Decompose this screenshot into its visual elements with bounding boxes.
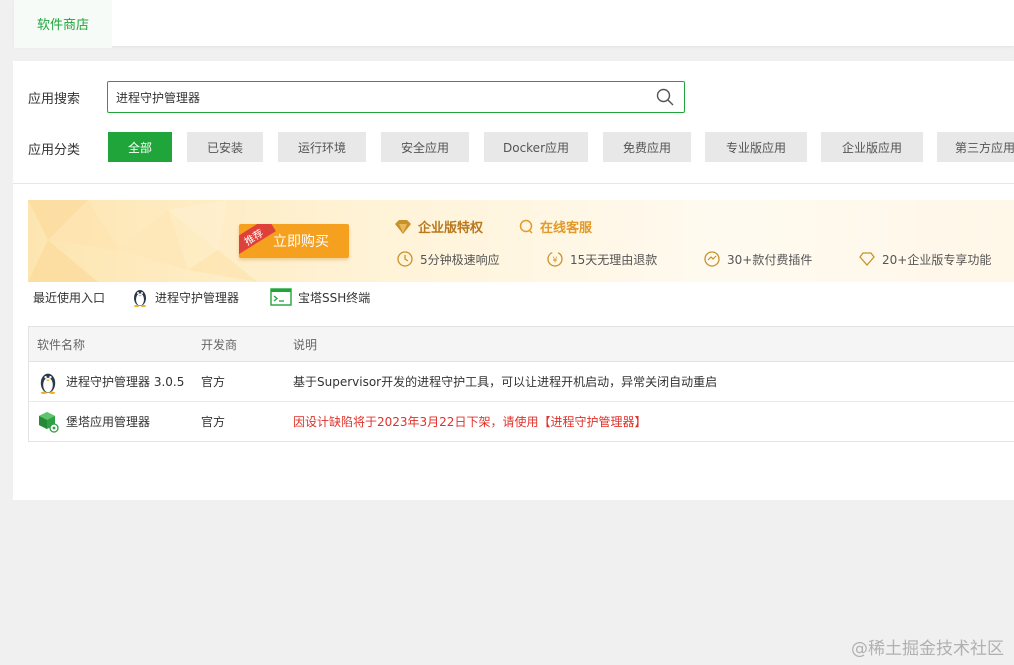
plugin-icon (704, 251, 720, 267)
store-card: 应用搜索 应用分类 全部 已安装 运行环境 安全应用 Docker应用 免费应用… (13, 61, 1014, 500)
feature-fast-response: 5分钟极速响应 (396, 250, 500, 268)
penguin-icon (134, 290, 146, 307)
category-third-party[interactable]: 第三方应用 (937, 132, 1014, 162)
app-cube-icon (39, 411, 59, 433)
clock-icon (397, 251, 413, 267)
recent-item-supervisor[interactable]: 进程守护管理器 (131, 287, 239, 307)
feature-refund: ¥ 15天无理由退款 (546, 250, 657, 268)
category-docker[interactable]: Docker应用 (484, 132, 588, 162)
divider (13, 183, 1014, 184)
svg-text:¥: ¥ (552, 256, 557, 265)
search-icon[interactable] (656, 88, 674, 106)
enterprise-title: 企业版特权 (418, 221, 484, 236)
terminal-icon (270, 288, 292, 306)
software-vendor: 官方 (201, 375, 226, 389)
row-name-cell[interactable]: 进程守护管理器 3.0.5 (37, 362, 184, 401)
diamond-icon (395, 219, 411, 234)
software-vendor: 官方 (201, 415, 226, 429)
top-tab-bar: 软件商店 (14, 0, 1014, 48)
category-free[interactable]: 免费应用 (603, 132, 691, 162)
buy-now-button[interactable]: 推荐 立即购买 (239, 224, 349, 258)
service-title: 在线客服 (540, 221, 593, 236)
table-row[interactable]: 堡塔应用管理器 官方 因设计缺陷将于2023年3月22日下架，请使用【进程守护管… (29, 402, 1014, 441)
software-name: 进程守护管理器 3.0.5 (66, 375, 185, 389)
refund-icon: ¥ (547, 251, 563, 267)
software-name: 堡塔应用管理器 (66, 415, 151, 429)
table-header: 软件名称 开发商 说明 (29, 327, 1014, 362)
software-table: 软件名称 开发商 说明 进程守护管理器 3.0.5 官方 基于Superviso… (28, 326, 1014, 442)
penguin-icon (40, 373, 56, 394)
chat-bubble-icon (519, 219, 533, 234)
row-name-cell[interactable]: 堡塔应用管理器 (37, 402, 150, 441)
category-runtime[interactable]: 运行环境 (278, 132, 366, 162)
search-label: 应用搜索 (28, 92, 81, 107)
recommend-ribbon: 推荐 (239, 224, 276, 255)
category-all[interactable]: 全部 (108, 132, 172, 162)
feature-plugins: 30+款付费插件 (703, 250, 812, 268)
online-service-link[interactable]: 在线客服 (518, 217, 592, 236)
category-security[interactable]: 安全应用 (381, 132, 469, 162)
recent-label: 最近使用入口 (33, 290, 106, 305)
software-description: 基于Supervisor开发的进程守护工具，可以让进程开机启动，异常关闭自动重启 (293, 375, 718, 389)
header-description: 说明 (293, 337, 318, 352)
gem-icon (859, 252, 875, 266)
category-installed[interactable]: 已安装 (187, 132, 263, 162)
category-pro[interactable]: 专业版应用 (705, 132, 807, 162)
search-input[interactable] (116, 82, 636, 112)
search-box[interactable] (107, 81, 685, 113)
header-name: 软件名称 (37, 337, 86, 352)
category-label: 应用分类 (28, 143, 81, 158)
enterprise-privilege: 企业版特权 (394, 217, 483, 236)
watermark: @稀土掘金技术社区 (851, 639, 1004, 659)
buy-now-label: 立即购买 (273, 234, 329, 250)
category-enterprise[interactable]: 企业版应用 (821, 132, 923, 162)
table-row[interactable]: 进程守护管理器 3.0.5 官方 基于Supervisor开发的进程守护工具，可… (29, 362, 1014, 402)
feature-enterprise-exclusive: 20+企业版专享功能 (858, 250, 991, 268)
header-vendor: 开发商 (201, 337, 238, 352)
enterprise-banner: 推荐 立即购买 企业版特权 在线客服 5分钟极速响应 ¥ 15天无理由退款 30… (28, 200, 1014, 282)
tab-software-store[interactable]: 软件商店 (14, 0, 112, 48)
recent-item-ssh[interactable]: 宝塔SSH终端 (270, 287, 370, 307)
software-description-warning: 因设计缺陷将于2023年3月22日下架，请使用【进程守护管理器】 (293, 415, 647, 429)
